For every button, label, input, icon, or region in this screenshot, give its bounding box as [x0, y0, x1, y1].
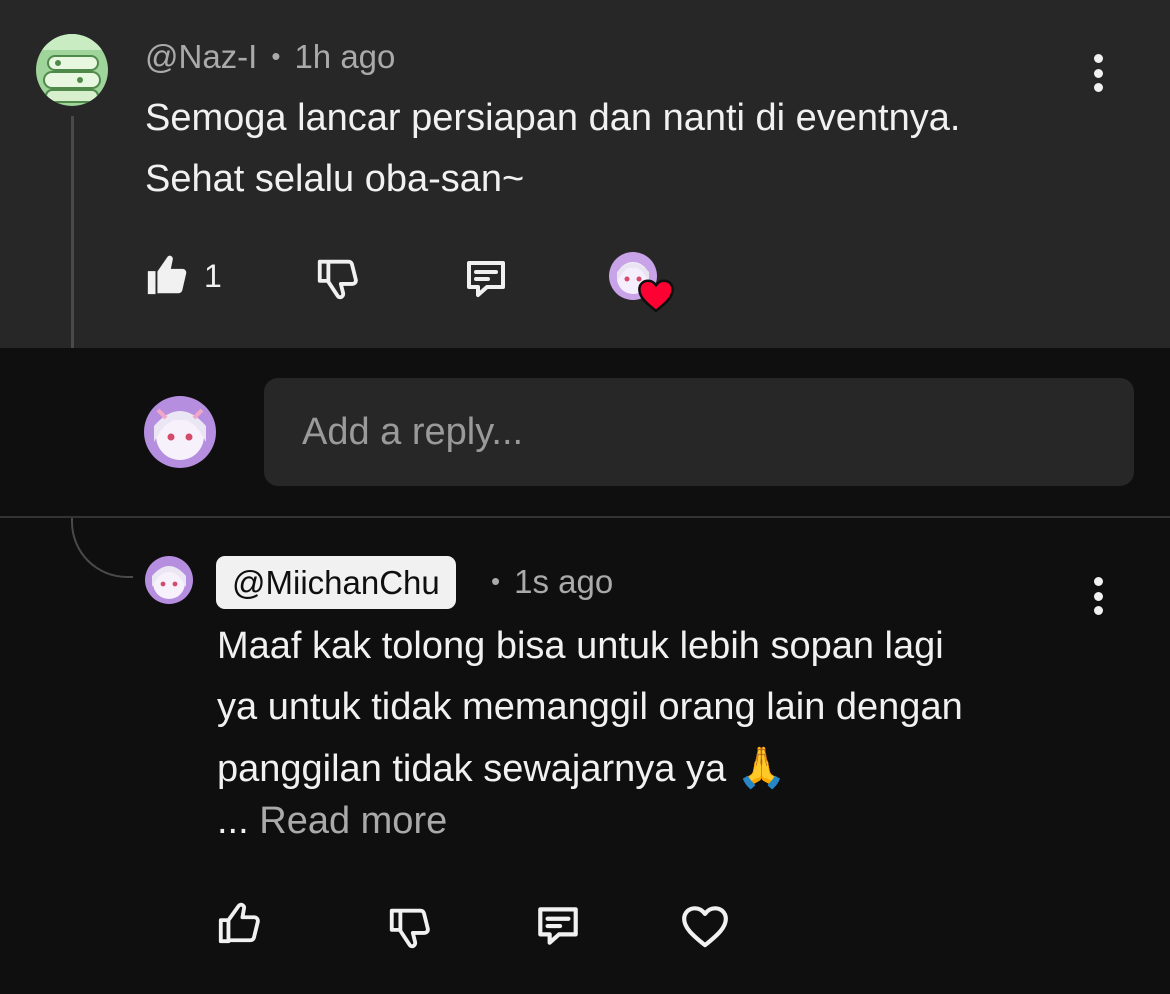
meta-separator: •	[491, 566, 501, 596]
user-avatar	[144, 396, 216, 468]
reply-button[interactable]	[461, 254, 511, 302]
thumb-up-icon	[218, 902, 260, 944]
commenter-avatar[interactable]	[36, 34, 108, 106]
commenter-handle[interactable]: @Naz-I	[145, 38, 257, 75]
more-options-button[interactable]	[1088, 50, 1108, 96]
meta-separator: •	[271, 41, 281, 71]
dislike-button[interactable]	[314, 254, 360, 302]
like-button[interactable]	[144, 251, 190, 299]
thread-line	[71, 116, 74, 348]
comment-text-line: Semoga lancar persiapan dan nanti di eve…	[145, 97, 961, 139]
heart-icon	[638, 279, 674, 313]
heart-button[interactable]	[680, 902, 730, 950]
read-more-label: Read more	[259, 800, 448, 842]
reply-dislike-button[interactable]	[386, 902, 432, 952]
read-more-link[interactable]: ... Read more	[217, 800, 447, 843]
thumb-down-icon	[389, 908, 430, 949]
read-more-ellipsis: ...	[217, 800, 249, 842]
comment-icon	[467, 261, 505, 297]
comment-meta: @Naz-I • 1h ago	[145, 38, 395, 76]
comment-time[interactable]: 1h ago	[294, 38, 395, 75]
reply-reply-button[interactable]	[533, 900, 583, 950]
reply-like-button[interactable]	[216, 898, 262, 948]
reply-text-line: Maaf kak tolong bisa untuk lebih sopan l…	[217, 625, 944, 667]
more-vertical-icon	[1093, 54, 1103, 63]
creator-heart-badge	[637, 277, 675, 313]
reply-text-line: ya untuk tidak memanggil orang lain deng…	[217, 686, 963, 728]
reply-author-handle[interactable]: @MiichanChu	[216, 556, 456, 609]
comment-text: Semoga lancar persiapan dan nanti di eve…	[145, 88, 960, 210]
thumb-up-icon	[147, 255, 187, 295]
comment-icon	[538, 907, 578, 945]
reply-more-options-button[interactable]	[1088, 573, 1108, 619]
reply-meta: • 1s ago	[477, 563, 613, 601]
comment-text-line: Sehat selalu oba-san~	[145, 158, 525, 200]
like-count: 1	[204, 258, 222, 294]
thumb-down-icon	[317, 259, 358, 300]
more-vertical-icon	[1093, 577, 1103, 586]
reply-time[interactable]: 1s ago	[514, 563, 613, 600]
folded-hands-emoji: 🙏	[736, 746, 787, 790]
reply-text: Maaf kak tolong bisa untuk lebih sopan l…	[217, 616, 963, 800]
reply-connector-line	[71, 518, 133, 578]
reply-author-avatar[interactable]	[145, 556, 193, 604]
reply-text-line: panggilan tidak sewajarnya ya 🙏	[217, 746, 787, 790]
heart-icon	[682, 906, 728, 948]
reply-input[interactable]	[264, 378, 1134, 486]
divider	[0, 516, 1170, 518]
